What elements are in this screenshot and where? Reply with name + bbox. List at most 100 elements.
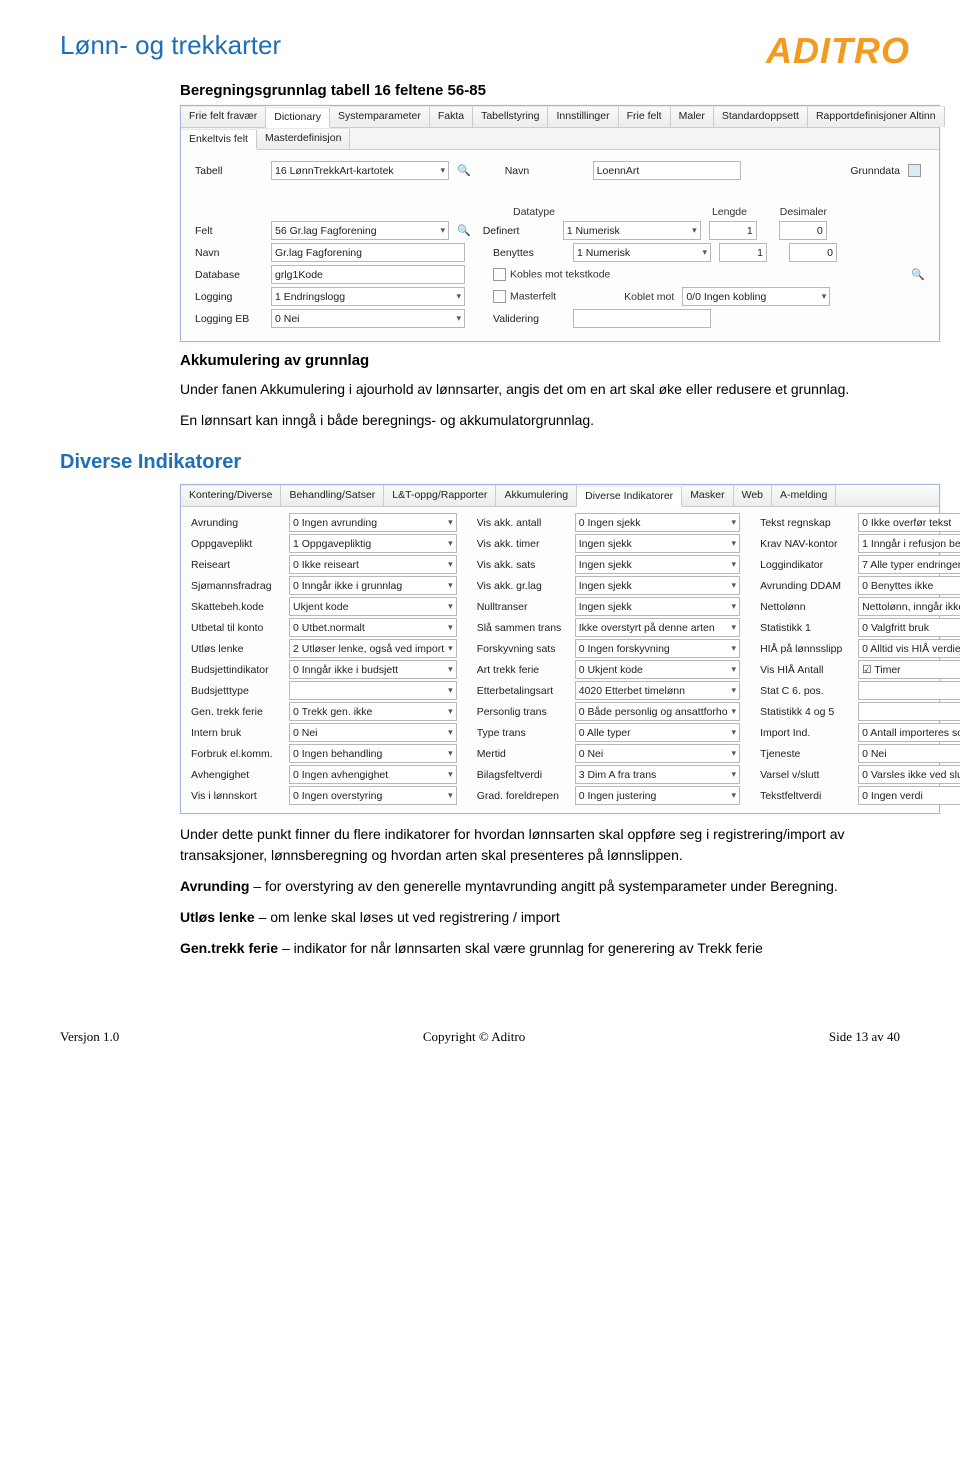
felt-combo[interactable]: 56 Gr.lag Fagforening▾	[271, 221, 449, 240]
field-combo[interactable]: 0 Ingen verdi▾	[858, 786, 960, 805]
section2-title: Diverse Indikatorer	[60, 451, 910, 474]
desimaler1[interactable]: 0	[779, 221, 827, 240]
field-combo[interactable]: 0 Ingen sjekk▾	[575, 513, 740, 532]
tab-innstillinger[interactable]: Innstillinger	[548, 106, 618, 127]
field-combo[interactable]: 0 Antall importeres som timer▾	[858, 723, 960, 742]
field-combo[interactable]: 0 Nei▾	[858, 744, 960, 763]
field-combo[interactable]: 0 Både personlig og ansattforho▾	[575, 702, 740, 721]
chevron-down-icon: ▾	[444, 643, 453, 654]
doc-title: Lønn- og trekkarter	[60, 30, 281, 61]
field-combo[interactable]: 0 Valgfritt bruk▾	[858, 618, 960, 637]
field-combo[interactable]: 0 Varsles ikke ved slutt▾	[858, 765, 960, 784]
field-combo[interactable]: 0 Ingen forskyvning▾	[575, 639, 740, 658]
validering-input[interactable]	[573, 309, 711, 328]
felt-label: Felt	[195, 225, 263, 237]
tab-tabellstyring[interactable]: Tabellstyring	[473, 106, 548, 127]
tab-frie-felt[interactable]: Frie felt	[619, 106, 671, 127]
field-label: Krav NAV-kontor	[760, 538, 852, 550]
loggingeb-combo[interactable]: 0 Nei▾	[271, 309, 465, 328]
chevron-down-icon: ▾	[444, 580, 453, 591]
tab-diverse-indikatorer[interactable]: Diverse Indikatorer	[577, 486, 682, 507]
field-combo[interactable]: 0 Nei▾	[289, 723, 457, 742]
field-combo[interactable]: 0 Alltid vis HIÅ verdier▾	[858, 639, 960, 658]
tab-rapportdefinisjoner-altinn[interactable]: Rapportdefinisjoner Altinn	[808, 106, 945, 127]
kobletmot-combo[interactable]: 0/0 Ingen kobling▾	[682, 287, 830, 306]
field-combo[interactable]: ▾	[858, 702, 960, 721]
field-combo[interactable]: 1 Inngår i refusjon bedrift▾	[858, 534, 960, 553]
lengde2[interactable]: 1	[719, 243, 767, 262]
tab-masker[interactable]: Masker	[682, 485, 733, 506]
chevron-down-icon: ▾	[444, 790, 453, 801]
chevron-down-icon: ▾	[444, 706, 453, 717]
field-combo[interactable]: ▾	[858, 681, 960, 700]
field-combo[interactable]: 0 Benyttes ikke▾	[858, 576, 960, 595]
field-combo[interactable]: Ukjent kode▾	[289, 597, 457, 616]
field-label: Forbruk el.komm.	[191, 748, 283, 760]
field-combo[interactable]: 2 Utløser lenke, også ved import▾	[289, 639, 457, 658]
tab-akkumulering[interactable]: Akkumulering	[496, 485, 577, 506]
field-combo[interactable]: 0 Nei▾	[575, 744, 740, 763]
field-combo[interactable]: Ingen sjekk▾	[575, 597, 740, 616]
field-combo[interactable]: 0 Ukjent kode▾	[575, 660, 740, 679]
field-combo[interactable]: 0 Inngår ikke i grunnlag▾	[289, 576, 457, 595]
tab-enkeltvis-felt[interactable]: Enkeltvis felt	[181, 129, 257, 150]
field-combo[interactable]: 3 Dim A fra trans▾	[575, 765, 740, 784]
desimaler2[interactable]: 0	[789, 243, 837, 262]
field-combo[interactable]: Nettolønn, inngår ikke i grunnla▾	[858, 597, 960, 616]
field-label: Avhengighet	[191, 769, 283, 781]
field-combo[interactable]: 0 Ingen justering▾	[575, 786, 740, 805]
field-combo[interactable]: Ingen sjekk▾	[575, 555, 740, 574]
field-combo[interactable]: Ingen sjekk▾	[575, 534, 740, 553]
tab-systemparameter[interactable]: Systemparameter	[330, 106, 430, 127]
search-icon[interactable]: 🔍	[457, 164, 471, 177]
field-combo[interactable]: 0 Inngår ikke i budsjett▾	[289, 660, 457, 679]
logging-combo[interactable]: 1 Endringslogg▾	[271, 287, 465, 306]
field-combo[interactable]: 7 Alle typer endringer (1+2+3)▾	[858, 555, 960, 574]
field-combo[interactable]: 0 Ingen overstyring▾	[289, 786, 457, 805]
masterfelt-checkbox[interactable]	[493, 290, 506, 303]
lengde1[interactable]: 1	[709, 221, 757, 240]
field-combo[interactable]: 0 Ikke reiseart▾	[289, 555, 457, 574]
grunndata-checkbox[interactable]	[908, 164, 921, 177]
field-combo[interactable]: Ikke overstyrt på denne arten▾	[575, 618, 740, 637]
tab-behandling-satser[interactable]: Behandling/Satser	[281, 485, 384, 506]
tabell-combo[interactable]: 16 LønnTrekkArt-kartotek▾	[271, 161, 449, 180]
field-combo[interactable]: 0 Ikke overfør tekst▾	[858, 513, 960, 532]
tab-fakta[interactable]: Fakta	[430, 106, 473, 127]
benyttes-combo[interactable]: 1 Numerisk▾	[573, 243, 711, 262]
navn-top-input[interactable]: LoennArt	[593, 161, 741, 180]
database-input[interactable]: grlg1Kode	[271, 265, 465, 284]
navn-input[interactable]: Gr.lag Fagforening	[271, 243, 465, 262]
search-icon[interactable]: 🔍	[457, 224, 471, 237]
tab-dictionary[interactable]: Dictionary	[266, 107, 330, 128]
field-combo[interactable]: 0 Ingen avrunding▾	[289, 513, 457, 532]
validering-label: Validering	[493, 313, 565, 325]
para3: Under dette punkt finner du flere indika…	[180, 824, 900, 866]
kobles-checkbox[interactable]	[493, 268, 506, 281]
tab-a-melding[interactable]: A-melding	[772, 485, 836, 506]
chevron-down-icon: ▾	[436, 165, 445, 176]
field-combo[interactable]: ☑ Timer▾	[858, 660, 960, 679]
tab-frie-felt-frav-r[interactable]: Frie felt fravær	[181, 106, 266, 127]
tab-web[interactable]: Web	[734, 485, 772, 506]
tab-masterdefinisjon[interactable]: Masterdefinisjon	[257, 128, 350, 149]
field-combo[interactable]: 4020 Etterbet timelønn▾	[575, 681, 740, 700]
masterfelt-label: Masterfelt	[510, 290, 556, 302]
tab-kontering-diverse[interactable]: Kontering/Diverse	[181, 485, 281, 506]
tab-maler[interactable]: Maler	[671, 106, 714, 127]
field-combo[interactable]: 1 Oppgavepliktig▾	[289, 534, 457, 553]
akkumulering-heading: Akkumulering av grunnlag	[180, 352, 910, 369]
field-combo[interactable]: 0 Alle typer▾	[575, 723, 740, 742]
field-combo[interactable]: 0 Trekk gen. ikke▾	[289, 702, 457, 721]
search-icon[interactable]: 🔍	[911, 268, 925, 281]
field-combo[interactable]: 0 Ingen behandling▾	[289, 744, 457, 763]
field-combo[interactable]: 0 Utbet.normalt▾	[289, 618, 457, 637]
definert-combo[interactable]: 1 Numerisk▾	[563, 221, 701, 240]
chevron-down-icon: ▾	[728, 727, 737, 738]
field-label: Tekst regnskap	[760, 517, 852, 529]
field-combo[interactable]: Ingen sjekk▾	[575, 576, 740, 595]
tab-standardoppsett[interactable]: Standardoppsett	[714, 106, 808, 127]
tab-l-t-oppg-rapporter[interactable]: L&T-oppg/Rapporter	[384, 485, 496, 506]
field-combo[interactable]: ▾	[289, 681, 457, 700]
field-combo[interactable]: 0 Ingen avhengighet▾	[289, 765, 457, 784]
